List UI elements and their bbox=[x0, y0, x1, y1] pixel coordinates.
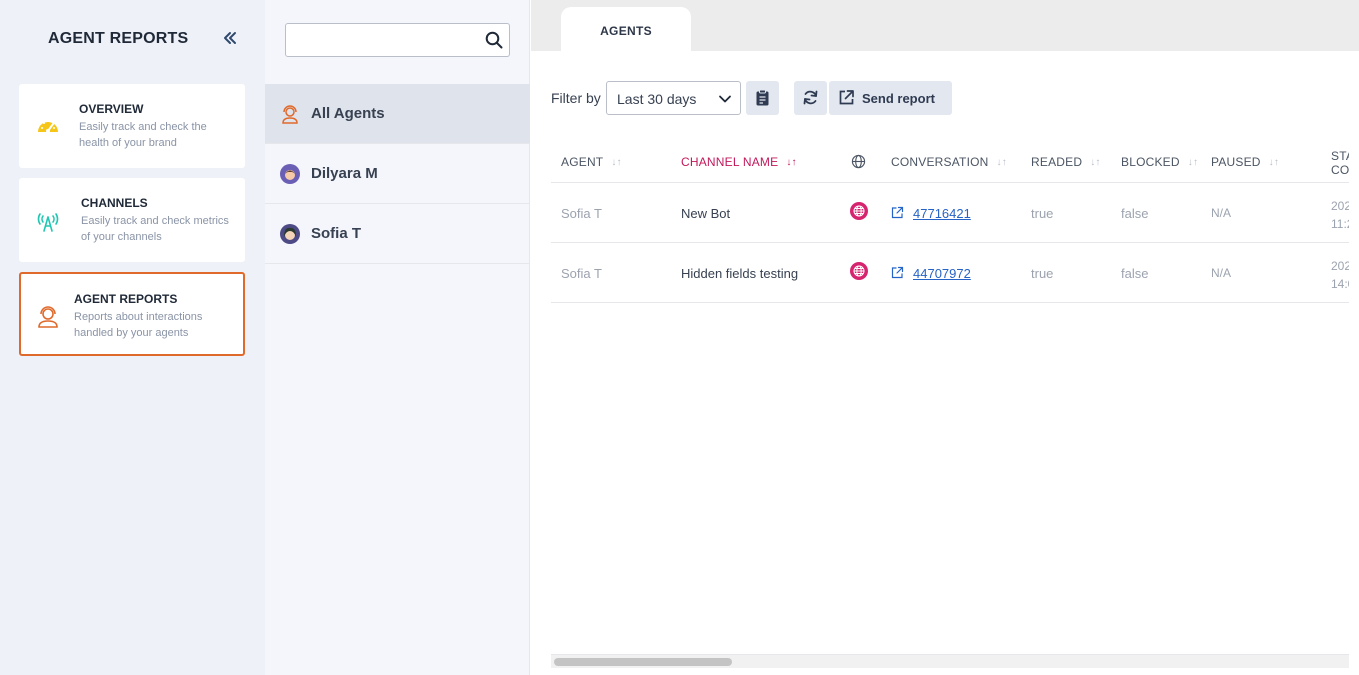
nav-card-desc: Reports about interactions handled by yo… bbox=[74, 311, 203, 339]
nav-card-agent-reports[interactable]: AGENT REPORTS Reports about interactions… bbox=[19, 272, 245, 356]
search-input[interactable] bbox=[294, 25, 479, 55]
sort-icon[interactable]: ↓↑ bbox=[997, 157, 1007, 168]
refresh-button[interactable] bbox=[794, 81, 827, 115]
agent-item-all[interactable]: All Agents bbox=[265, 84, 530, 144]
gauge-icon bbox=[35, 114, 61, 140]
agent-name: Dilyara M bbox=[311, 165, 378, 182]
cell-channel: New Bot bbox=[681, 206, 731, 221]
column-header-channel-name[interactable]: CHANNEL NAME ↓↑ bbox=[681, 155, 797, 169]
nav-card-overview[interactable]: OVERVIEW Easily track and check the heal… bbox=[19, 84, 245, 168]
nav-card-title: CHANNELS bbox=[81, 196, 148, 210]
agent-headset-icon bbox=[280, 104, 300, 124]
cell-readed: true bbox=[1031, 206, 1054, 221]
agent-item-dilyara[interactable]: Dilyara M bbox=[265, 144, 530, 204]
reports-nav: AGENT REPORTS OVERVIEW Easily track and … bbox=[0, 0, 265, 675]
scrollbar-thumb[interactable] bbox=[554, 658, 732, 666]
open-conversation-icon[interactable] bbox=[891, 206, 904, 219]
send-report-button[interactable]: Send report bbox=[829, 81, 952, 115]
collapse-sidebar-icon[interactable] bbox=[220, 28, 240, 48]
open-conversation-icon[interactable] bbox=[891, 266, 904, 279]
column-header-agent[interactable]: AGENT ↓↑ bbox=[561, 155, 622, 169]
agent-headset-icon bbox=[35, 303, 61, 329]
cell-blocked: false bbox=[1121, 206, 1149, 221]
cell-start-conversation: 20214:0 bbox=[1331, 259, 1349, 291]
web-channel-icon bbox=[850, 262, 868, 280]
horizontal-scrollbar[interactable] bbox=[551, 654, 1349, 668]
globe-icon bbox=[851, 154, 866, 172]
tab-agents[interactable]: AGENTS bbox=[561, 7, 691, 51]
main-content: AGENTS Filter by Last 30 days Send repor… bbox=[531, 0, 1359, 675]
table-header: AGENT ↓↑ CHANNEL NAME ↓↑ CONVERSATION ↓↑ RE… bbox=[551, 142, 1349, 183]
sort-icon[interactable]: ↓↑ bbox=[1269, 157, 1279, 168]
avatar bbox=[280, 164, 300, 184]
sort-icon[interactable]: ↓↑ bbox=[611, 157, 621, 168]
nav-card-desc: Easily track and check metrics of your c… bbox=[81, 215, 229, 243]
agent-name: Sofia T bbox=[311, 225, 362, 242]
clipboard-button[interactable] bbox=[746, 81, 779, 115]
nav-card-channels[interactable]: CHANNELS Easily track and check metrics … bbox=[19, 178, 245, 262]
refresh-icon bbox=[803, 90, 818, 105]
date-range-select[interactable]: Last 30 days bbox=[606, 81, 741, 115]
reports-table: AGENT ↓↑ CHANNEL NAME ↓↑ CONVERSATION ↓↑ RE… bbox=[551, 142, 1349, 304]
chevron-down-icon bbox=[718, 92, 732, 106]
nav-title: AGENT REPORTS bbox=[48, 30, 189, 47]
broadcast-icon bbox=[35, 208, 61, 234]
web-channel-icon bbox=[850, 202, 868, 220]
date-range-value: Last 30 days bbox=[617, 91, 697, 107]
column-header-blocked[interactable]: BLOCKED ↓↑ bbox=[1121, 155, 1198, 169]
agents-panel: All Agents Dilyara M Sofia T bbox=[265, 0, 530, 675]
cell-paused: N/A bbox=[1211, 206, 1232, 220]
cell-start-conversation: 20211:2 bbox=[1331, 199, 1349, 231]
nav-card-title: AGENT REPORTS bbox=[74, 292, 178, 306]
table-row[interactable]: Sofia T New Bot 47716421 true false N/A … bbox=[551, 183, 1349, 243]
cell-agent: Sofia T bbox=[561, 206, 602, 221]
filter-label: Filter by bbox=[551, 90, 601, 106]
sort-icon[interactable]: ↓↑ bbox=[1090, 157, 1100, 168]
cell-blocked: false bbox=[1121, 266, 1149, 281]
cell-readed: true bbox=[1031, 266, 1054, 281]
search-icon[interactable] bbox=[485, 31, 503, 49]
agent-name: All Agents bbox=[311, 105, 385, 122]
cell-paused: N/A bbox=[1211, 266, 1232, 280]
external-link-icon bbox=[839, 90, 854, 105]
conversation-link[interactable]: 47716421 bbox=[913, 206, 971, 221]
column-header-conversation[interactable]: CONVERSATION ↓↑ bbox=[891, 155, 1007, 169]
nav-card-desc: Easily track and check the health of you… bbox=[79, 121, 207, 149]
cell-agent: Sofia T bbox=[561, 266, 602, 281]
column-header-readed[interactable]: READED ↓↑ bbox=[1031, 155, 1101, 169]
sort-icon[interactable]: ↓↑ bbox=[1188, 157, 1198, 168]
table-row[interactable]: Sofia T Hidden fields testing 44707972 t… bbox=[551, 243, 1349, 303]
cell-channel: Hidden fields testing bbox=[681, 266, 799, 281]
clipboard-icon bbox=[756, 89, 769, 106]
sort-active-icon[interactable]: ↓↑ bbox=[786, 157, 796, 168]
send-report-label: Send report bbox=[862, 91, 935, 106]
agent-item-sofia[interactable]: Sofia T bbox=[265, 204, 530, 264]
search-box[interactable] bbox=[285, 23, 510, 57]
avatar bbox=[280, 224, 300, 244]
column-header-start-conversation[interactable]: STA CO bbox=[1331, 149, 1349, 177]
nav-card-title: OVERVIEW bbox=[79, 102, 144, 116]
conversation-link[interactable]: 44707972 bbox=[913, 266, 971, 281]
column-header-paused[interactable]: PAUSED ↓↑ bbox=[1211, 155, 1279, 169]
tab-bar: AGENTS bbox=[531, 0, 1359, 51]
